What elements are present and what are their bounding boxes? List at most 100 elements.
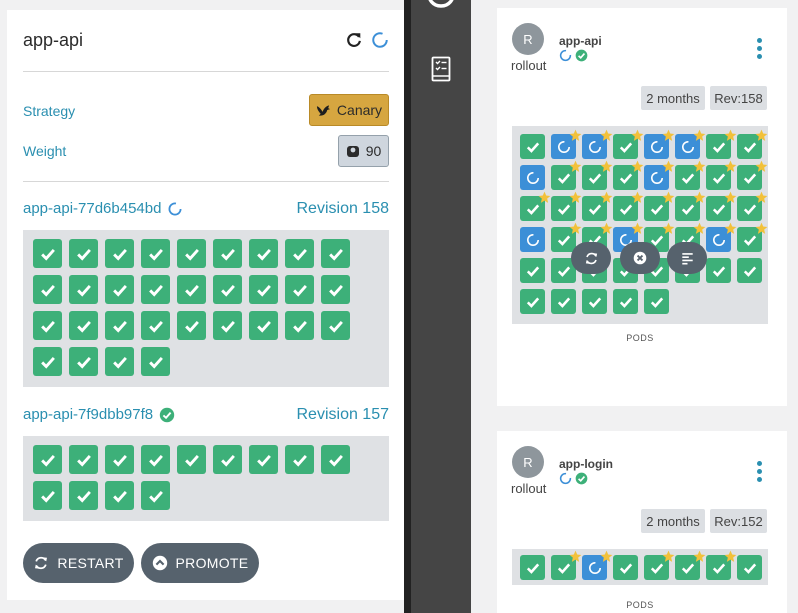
pod-healthy[interactable] xyxy=(33,311,62,340)
pod-healthy[interactable] xyxy=(33,445,62,474)
details-button[interactable] xyxy=(667,242,707,274)
pod-healthy[interactable] xyxy=(285,311,314,340)
pod-healthy[interactable] xyxy=(520,191,551,221)
pod-progressing[interactable] xyxy=(551,129,582,159)
pod-healthy[interactable] xyxy=(141,275,170,304)
pod-healthy[interactable] xyxy=(582,289,607,314)
promote-button[interactable]: PROMOTE xyxy=(141,543,259,583)
pod-healthy[interactable] xyxy=(249,445,278,474)
pod-progressing[interactable] xyxy=(582,550,613,580)
pod-progressing[interactable] xyxy=(675,129,706,159)
pod-healthy[interactable] xyxy=(613,191,644,221)
pod-healthy[interactable] xyxy=(551,222,582,252)
pod-healthy[interactable] xyxy=(321,311,350,340)
pod-healthy[interactable] xyxy=(141,347,170,376)
pod-healthy[interactable] xyxy=(675,160,706,190)
pod-healthy[interactable] xyxy=(177,311,206,340)
pod-healthy[interactable] xyxy=(613,129,644,159)
pod-healthy[interactable] xyxy=(249,311,278,340)
more-menu-icon[interactable] xyxy=(756,38,762,59)
pod-healthy[interactable] xyxy=(520,555,545,580)
pod-healthy[interactable] xyxy=(33,275,62,304)
pod-healthy[interactable] xyxy=(69,311,98,340)
rollout-name[interactable]: app-login xyxy=(559,457,613,471)
pod-healthy[interactable] xyxy=(706,191,737,221)
pod-healthy[interactable] xyxy=(105,481,134,510)
pod-healthy[interactable] xyxy=(141,445,170,474)
pod-healthy[interactable] xyxy=(706,550,737,580)
pod-healthy[interactable] xyxy=(249,275,278,304)
pod-progressing[interactable] xyxy=(582,129,613,159)
pod-healthy[interactable] xyxy=(737,129,768,159)
pod-healthy[interactable] xyxy=(69,481,98,510)
pod-healthy[interactable] xyxy=(141,311,170,340)
pod-healthy[interactable] xyxy=(141,481,170,510)
pod-healthy[interactable] xyxy=(69,347,98,376)
pod-healthy[interactable] xyxy=(33,347,62,376)
pod-healthy[interactable] xyxy=(520,134,545,159)
pod-healthy[interactable] xyxy=(213,275,242,304)
refresh-icon[interactable] xyxy=(345,31,363,49)
pod-healthy[interactable] xyxy=(613,160,644,190)
pod-healthy[interactable] xyxy=(737,555,762,580)
pod-healthy[interactable] xyxy=(105,445,134,474)
pod-healthy[interactable] xyxy=(644,191,675,221)
pod-progressing[interactable] xyxy=(520,165,545,190)
pod-healthy[interactable] xyxy=(706,258,731,283)
pod-healthy[interactable] xyxy=(213,445,242,474)
pod-healthy[interactable] xyxy=(675,191,706,221)
pod-healthy[interactable] xyxy=(105,239,134,268)
pod-healthy[interactable] xyxy=(737,258,762,283)
restart-button[interactable] xyxy=(571,242,611,274)
pod-healthy[interactable] xyxy=(613,289,638,314)
pod-healthy[interactable] xyxy=(520,289,545,314)
pod-healthy[interactable] xyxy=(737,222,768,252)
pod-healthy[interactable] xyxy=(249,239,278,268)
pod-healthy[interactable] xyxy=(177,445,206,474)
pod-healthy[interactable] xyxy=(69,445,98,474)
pod-healthy[interactable] xyxy=(737,160,768,190)
pod-healthy[interactable] xyxy=(321,275,350,304)
pod-healthy[interactable] xyxy=(551,550,582,580)
restart-button[interactable]: RESTART xyxy=(23,543,134,583)
pod-healthy[interactable] xyxy=(69,239,98,268)
pod-healthy[interactable] xyxy=(551,191,582,221)
pod-healthy[interactable] xyxy=(675,550,706,580)
pod-healthy[interactable] xyxy=(613,555,638,580)
pod-healthy[interactable] xyxy=(213,311,242,340)
rollout-name[interactable]: app-api xyxy=(559,34,602,48)
pod-healthy[interactable] xyxy=(285,445,314,474)
pod-progressing[interactable] xyxy=(644,160,675,190)
pod-healthy[interactable] xyxy=(321,445,350,474)
pod-healthy[interactable] xyxy=(177,275,206,304)
pod-healthy[interactable] xyxy=(551,289,576,314)
pod-healthy[interactable] xyxy=(105,347,134,376)
pod-healthy[interactable] xyxy=(582,160,613,190)
pod-healthy[interactable] xyxy=(582,191,613,221)
rollout-card[interactable]: R rollout app-login 2 months Rev:152 POD… xyxy=(497,431,787,613)
pod-healthy[interactable] xyxy=(105,311,134,340)
pod-healthy[interactable] xyxy=(551,160,582,190)
pod-healthy[interactable] xyxy=(285,275,314,304)
pod-healthy[interactable] xyxy=(285,239,314,268)
docs-icon[interactable] xyxy=(431,56,451,84)
pod-progressing[interactable] xyxy=(706,222,737,252)
pod-healthy[interactable] xyxy=(706,160,737,190)
pod-healthy[interactable] xyxy=(33,481,62,510)
abort-button[interactable] xyxy=(620,242,660,274)
pod-healthy[interactable] xyxy=(33,239,62,268)
pod-healthy[interactable] xyxy=(737,191,768,221)
pod-healthy[interactable] xyxy=(105,275,134,304)
pod-progressing[interactable] xyxy=(644,129,675,159)
pod-healthy[interactable] xyxy=(213,239,242,268)
pod-healthy[interactable] xyxy=(644,550,675,580)
pod-healthy[interactable] xyxy=(177,239,206,268)
pod-healthy[interactable] xyxy=(141,239,170,268)
rollout-card[interactable]: R rollout app-api 2 months Rev:158 PODS xyxy=(497,8,787,406)
pod-progressing[interactable] xyxy=(520,227,545,252)
more-menu-icon[interactable] xyxy=(756,461,762,482)
pod-healthy[interactable] xyxy=(644,289,669,314)
pod-healthy[interactable] xyxy=(69,275,98,304)
pod-healthy[interactable] xyxy=(321,239,350,268)
pod-healthy[interactable] xyxy=(706,129,737,159)
